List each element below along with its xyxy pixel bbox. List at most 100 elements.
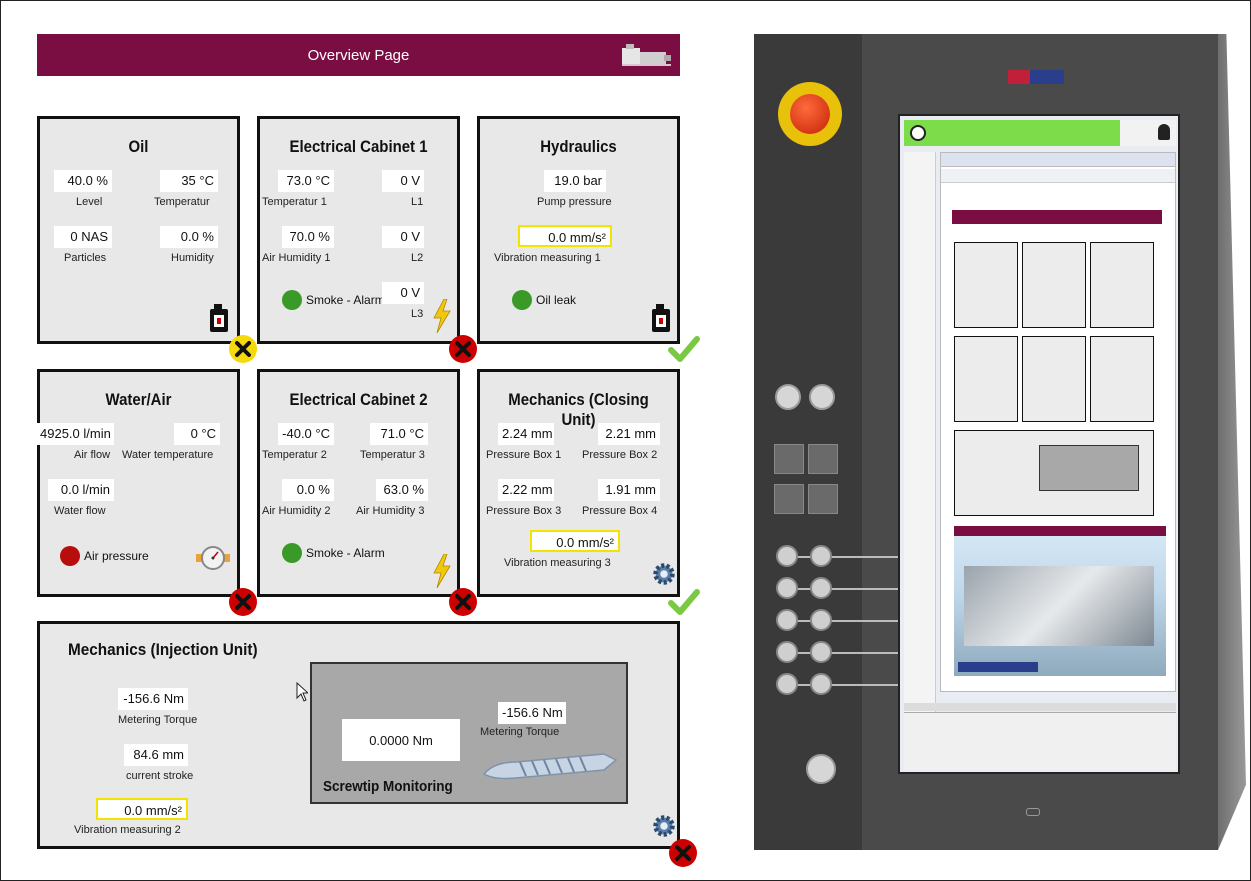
oil-panel[interactable]: Oil 40.0 % Level 35 °C Temperatur 0 NAS … xyxy=(37,116,240,344)
screwtip-torque-value: -156.6 Nm xyxy=(498,702,566,724)
mini-oil-panel xyxy=(954,242,1018,328)
water-air-panel[interactable]: Water/Air 4925.0 l/min Air flow 0 °C Wat… xyxy=(36,369,240,597)
soft-key[interactable] xyxy=(776,577,798,599)
screwtip-value: 0.0000 Nm xyxy=(342,719,460,761)
soft-key[interactable] xyxy=(810,577,832,599)
mini-hydraulics-panel xyxy=(1090,242,1154,328)
waterflow-label: Water flow xyxy=(54,505,106,517)
error-x-icon xyxy=(449,335,477,363)
airflow-value: 4925.0 l/min xyxy=(36,423,114,445)
mini-overview-header xyxy=(952,210,1162,224)
panel-title: Mechanics (Injection Unit) xyxy=(68,640,258,659)
oil-canister-icon xyxy=(652,304,670,332)
hmi-tab-strip xyxy=(904,703,1176,711)
hmi-keypad-panel xyxy=(754,34,864,850)
mini-cabinet1-panel xyxy=(1022,242,1086,328)
cab2-hum3-label: Air Humidity 3 xyxy=(356,505,425,517)
cab1-hum1-label: Air Humidity 1 xyxy=(262,252,331,264)
pb1-label: Pressure Box 1 xyxy=(486,449,562,461)
cab2-smoke-label: Smoke - Alarm xyxy=(306,546,385,560)
airflow-label: Air flow xyxy=(74,449,111,461)
cab2-temp2-label: Temperatur 2 xyxy=(262,449,327,461)
gear-icon xyxy=(653,563,675,585)
hyd-pressure-value: 19.0 bar xyxy=(544,170,606,192)
soft-key[interactable] xyxy=(776,545,798,567)
injection-molding-machine-image xyxy=(964,566,1154,646)
cabinet2-panel[interactable]: Electrical Cabinet 2 -40.0 °C Temperatur… xyxy=(257,369,460,597)
power-off-key[interactable] xyxy=(775,384,801,410)
hmi-function-key-4[interactable] xyxy=(808,484,838,514)
flow-meter-icon xyxy=(196,546,230,570)
overview-header: Overview Page xyxy=(37,34,680,76)
pb2-value: 2.21 mm xyxy=(598,423,660,445)
closing-vibration-value: 0.0 mm/s² xyxy=(530,530,620,552)
play-icon xyxy=(910,125,926,141)
panel-title: Hydraulics xyxy=(540,137,617,156)
mouse-cursor-icon xyxy=(296,682,308,702)
hmi-content-subtoolbar xyxy=(941,169,1175,183)
pb1-value: 2.24 mm xyxy=(498,423,554,445)
hmi-sidebar[interactable] xyxy=(904,152,936,712)
pb4-label: Pressure Box 4 xyxy=(582,505,658,517)
soft-key[interactable] xyxy=(810,609,832,631)
emergency-stop-button[interactable] xyxy=(778,82,842,146)
soft-key-line xyxy=(786,588,902,590)
hyd-leak-label: Oil leak xyxy=(536,293,577,307)
hyd-vibration-value: 0.0 mm/s² xyxy=(518,225,612,247)
soft-key-line xyxy=(786,556,902,558)
soft-key-line xyxy=(786,652,902,654)
mini-water-air-panel xyxy=(954,336,1018,422)
screwtip-title: Screwtip Monitoring xyxy=(323,778,453,795)
cab1-l3-value: 0 V xyxy=(382,282,424,304)
smoke-alarm-indicator xyxy=(282,290,302,310)
lightning-icon xyxy=(433,299,451,333)
gear-icon xyxy=(653,815,675,837)
hmi-home-key[interactable] xyxy=(806,754,836,784)
mini-injection-unit-panel xyxy=(954,430,1154,516)
hmi-screen[interactable] xyxy=(898,114,1180,774)
oil-canister-icon xyxy=(210,304,228,332)
screwtip-torque-label: Metering Torque xyxy=(480,726,560,738)
cab2-hum2-value: 0.0 % xyxy=(282,479,334,501)
soft-key-line xyxy=(786,620,902,622)
mini-cabinet2-panel xyxy=(1022,336,1086,422)
watertemp-value: 0 °C xyxy=(174,423,220,445)
power-on-key[interactable] xyxy=(809,384,835,410)
mini-screwtip-box xyxy=(1039,445,1139,491)
soft-key[interactable] xyxy=(776,673,798,695)
soft-key[interactable] xyxy=(810,641,832,663)
oil-particles-value: 0 NAS xyxy=(54,226,112,248)
ok-check-icon xyxy=(668,336,700,362)
cab1-l1-label: L1 xyxy=(411,196,424,208)
error-x-icon xyxy=(669,839,697,867)
watertemp-label: Water temperature xyxy=(122,449,214,461)
cabinet1-panel[interactable]: Electrical Cabinet 1 73.0 °C Temperatur … xyxy=(257,116,460,344)
hmi-function-key-1[interactable] xyxy=(774,444,804,474)
error-x-icon xyxy=(229,588,257,616)
panel-title: Electrical Cabinet 1 xyxy=(289,137,428,156)
airpressure-label: Air pressure xyxy=(84,549,149,563)
cab1-hum1-value: 70.0 % xyxy=(282,226,334,248)
inj-stroke-label: current stroke xyxy=(126,770,194,782)
hyd-pressure-label: Pump pressure xyxy=(537,196,612,208)
cab1-l1-value: 0 V xyxy=(382,170,424,192)
cab1-l2-label: L2 xyxy=(411,252,424,264)
panel-title: Electrical Cabinet 2 xyxy=(289,390,428,409)
hmi-function-key-3[interactable] xyxy=(774,484,804,514)
hmi-bottom-toolbar[interactable] xyxy=(904,703,1176,770)
screw-tip-image-icon xyxy=(482,753,618,780)
hydraulics-panel[interactable]: Hydraulics 19.0 bar Pump pressure 0.0 mm… xyxy=(477,116,680,344)
screwtip-monitoring-box[interactable]: 0.0000 Nm -156.6 Nm Metering Torque Scre… xyxy=(310,662,628,804)
soft-key[interactable] xyxy=(810,545,832,567)
oil-leak-indicator xyxy=(512,290,532,310)
soft-key[interactable] xyxy=(776,641,798,663)
oil-particles-label: Particles xyxy=(64,252,107,264)
soft-key[interactable] xyxy=(810,673,832,695)
hmi-user-box[interactable] xyxy=(1120,120,1176,146)
hmi-function-key-2[interactable] xyxy=(808,444,838,474)
soft-key[interactable] xyxy=(776,609,798,631)
closing-unit-panel[interactable]: Mechanics (Closing Unit) 2.24 mm Pressur… xyxy=(477,369,680,597)
ok-check-icon xyxy=(668,589,700,615)
cab2-temp3-value: 71.0 °C xyxy=(370,423,428,445)
hmi-content-toolbar xyxy=(941,153,1175,167)
